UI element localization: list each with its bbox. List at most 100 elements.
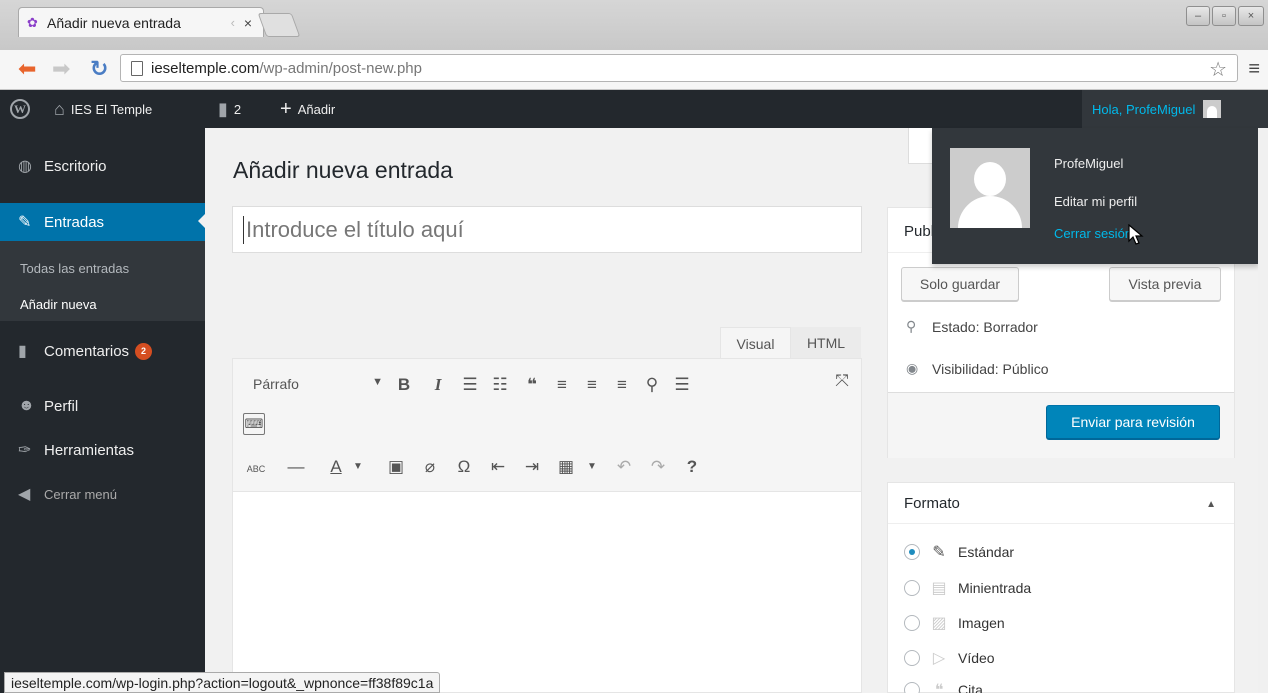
- blockquote-icon[interactable]: ❝: [521, 375, 543, 395]
- format-option-label: Cita: [958, 682, 983, 693]
- reload-icon[interactable]: ↻: [90, 58, 108, 80]
- tab-visual[interactable]: Visual: [720, 327, 791, 359]
- format-option-standard[interactable]: ✎ Estándar: [904, 543, 1014, 561]
- clear-formatting-icon[interactable]: ⌀: [419, 457, 441, 477]
- page-scrollbar[interactable]: [1258, 128, 1268, 693]
- collapse-menu-button[interactable]: ◀ Cerrar menú: [0, 476, 205, 512]
- radio-button[interactable]: [904, 650, 920, 666]
- comment-icon: ▮: [18, 343, 27, 360]
- outdent-icon[interactable]: ⇤: [487, 457, 509, 477]
- favicon-icon: ✿: [27, 14, 38, 30]
- forward-icon[interactable]: ➡: [52, 58, 70, 80]
- tab-html[interactable]: HTML: [791, 327, 861, 359]
- url-host: ieseltemple.com: [151, 59, 260, 77]
- special-char-icon[interactable]: Ω: [453, 457, 475, 477]
- sidebar-item-comments[interactable]: ▮ Comentarios 2: [0, 333, 205, 369]
- help-icon[interactable]: ?: [681, 457, 703, 477]
- toolbar-toggle-icon[interactable]: ⌨: [243, 413, 265, 435]
- browser-tab[interactable]: ✿ Añadir nueva entrada ‹ ×: [18, 7, 264, 37]
- format-option-aside[interactable]: ▤ Minientrada: [904, 579, 1031, 597]
- indent-icon[interactable]: ⇥: [521, 457, 543, 477]
- text-color-icon[interactable]: A: [325, 457, 347, 477]
- dashboard-icon: ◍: [18, 158, 32, 175]
- paste-text-icon[interactable]: ▣: [385, 457, 407, 477]
- format-select[interactable]: Párrafo ▼: [253, 376, 383, 392]
- save-draft-button[interactable]: Solo guardar: [901, 267, 1019, 301]
- browser-menu-icon[interactable]: ≡: [1248, 58, 1260, 81]
- text-color-chevron-icon[interactable]: ▼: [347, 457, 369, 477]
- bullet-list-icon[interactable]: ☰: [459, 375, 481, 395]
- pin-icon: ✎: [18, 214, 32, 231]
- new-tab-button[interactable]: [257, 13, 301, 37]
- mouse-cursor-icon: [1128, 224, 1144, 245]
- sidebar-item-label: Cerrar menú: [44, 486, 117, 502]
- close-window-button[interactable]: ×: [1238, 6, 1264, 26]
- link-icon[interactable]: ⚲: [641, 375, 663, 395]
- sidebar-item-profile[interactable]: ☻ Perfil: [0, 388, 205, 424]
- sidebar-item-posts[interactable]: ✎ Entradas: [0, 203, 206, 241]
- user-avatar-large[interactable]: [950, 148, 1030, 228]
- video-icon: ▷: [932, 650, 946, 667]
- edit-profile-link[interactable]: Editar mi perfil: [1054, 194, 1137, 209]
- dropdown-username[interactable]: ProfeMiguel: [1054, 156, 1123, 171]
- editor-body[interactable]: [232, 491, 862, 693]
- fullscreen-icon[interactable]: ⤧: [831, 371, 853, 391]
- collapse-arrow-icon[interactable]: ▲: [1206, 499, 1216, 510]
- browser-toolbar: ⬅ ➡ ↻ ieseltemple.com /wp-admin/post-new…: [0, 50, 1268, 90]
- text-caret: [243, 215, 244, 244]
- status-bar-url: ieseltemple.com/wp-login.php?action=logo…: [4, 672, 441, 693]
- site-name-link[interactable]: ⌂ IES El Temple: [54, 90, 152, 128]
- sidebar-item-label: Entradas: [44, 213, 105, 231]
- sidebar-item-tools[interactable]: ✑ Herramientas: [0, 432, 205, 468]
- bookmark-star-icon[interactable]: ☆: [1209, 57, 1227, 82]
- post-status: ⚲ Estado: Borrador: [906, 318, 1038, 335]
- address-bar[interactable]: ieseltemple.com /wp-admin/post-new.php ☆: [120, 54, 1238, 82]
- read-more-icon[interactable]: ☰: [671, 375, 693, 395]
- image-icon: ▨: [931, 615, 947, 632]
- strikethrough-icon[interactable]: ABC: [245, 459, 267, 479]
- format-option-image[interactable]: ▨ Imagen: [904, 614, 1005, 632]
- italic-icon[interactable]: I: [427, 375, 449, 395]
- tab-close-icon[interactable]: ×: [239, 15, 257, 31]
- greeting-text: Hola, ProfeMiguel: [1092, 101, 1196, 117]
- avatar: [1203, 100, 1222, 118]
- new-content-link[interactable]: + Añadir: [280, 90, 335, 128]
- logout-link[interactable]: Cerrar sesión: [1054, 226, 1132, 241]
- editor-toolbar: Párrafo ▼ B I ☰ ☷ ❝ ≡ ≡ ≡ ⚲ ☰ ⤧ ⌨ ABC — …: [232, 358, 862, 492]
- site-name: IES El Temple: [70, 101, 153, 117]
- maximize-button[interactable]: ▫: [1212, 6, 1236, 26]
- align-center-icon[interactable]: ≡: [581, 375, 603, 395]
- radio-button[interactable]: [904, 544, 920, 560]
- bold-icon[interactable]: B: [393, 375, 415, 395]
- format-box: Formato ▲ ✎ Estándar ▤ Minientrada ▨ Ima…: [887, 482, 1235, 693]
- submit-for-review-button[interactable]: Enviar para revisión: [1046, 405, 1220, 439]
- wordpress-logo-icon[interactable]: W: [10, 90, 30, 128]
- plus-icon: +: [280, 97, 292, 120]
- back-icon[interactable]: ⬅: [18, 58, 36, 80]
- radio-button[interactable]: [904, 615, 920, 631]
- pin-icon: ✎: [932, 544, 946, 561]
- horizontal-line-icon[interactable]: —: [285, 457, 307, 477]
- radio-button[interactable]: [904, 580, 920, 596]
- sidebar-item-label: Herramientas: [44, 441, 135, 459]
- table-chevron-icon[interactable]: ▼: [581, 457, 603, 477]
- numbered-list-icon[interactable]: ☷: [489, 375, 511, 395]
- submenu-add-new[interactable]: Añadir nueva: [20, 297, 97, 312]
- user-account-menu[interactable]: Hola, ProfeMiguel: [1082, 90, 1268, 128]
- align-left-icon[interactable]: ≡: [551, 375, 573, 395]
- radio-button[interactable]: [904, 682, 920, 693]
- table-icon[interactable]: ▦: [555, 457, 577, 477]
- minimize-button[interactable]: –: [1186, 6, 1210, 26]
- comments-count: 2: [233, 101, 242, 117]
- undo-icon[interactable]: ↶: [613, 457, 635, 477]
- post-title-input[interactable]: Introduce el título aquí: [232, 206, 862, 253]
- submenu-all-posts[interactable]: Todas las entradas: [20, 261, 129, 276]
- preview-button[interactable]: Vista previa: [1109, 267, 1221, 301]
- sidebar-item-dashboard[interactable]: ◍ Escritorio: [0, 148, 205, 184]
- redo-icon[interactable]: ↷: [647, 457, 669, 477]
- format-option-video[interactable]: ▷ Vídeo: [904, 649, 995, 667]
- comments-link[interactable]: ▮ 2: [218, 90, 241, 128]
- format-option-quote[interactable]: ❝ Cita: [904, 681, 983, 693]
- align-right-icon[interactable]: ≡: [611, 375, 633, 395]
- format-box-title: Formato: [904, 495, 960, 512]
